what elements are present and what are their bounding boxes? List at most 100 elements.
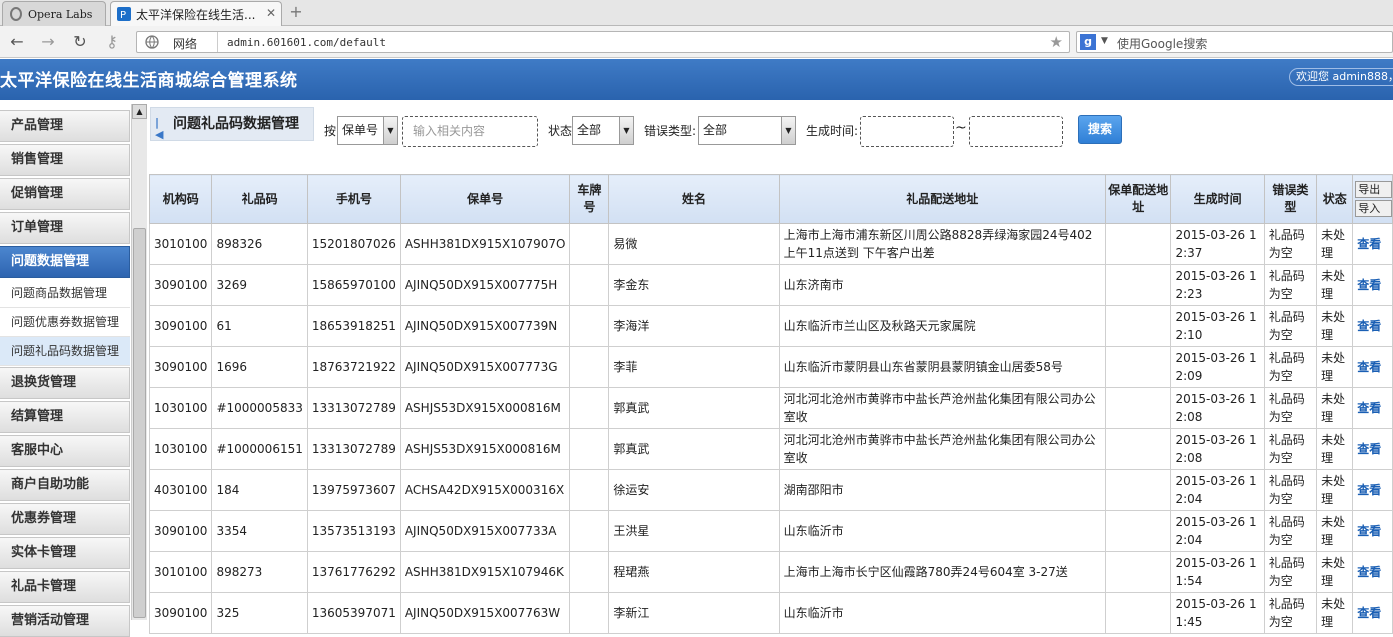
table-row[interactable]: 3090100 61 18653918251 AJINQ50DX915X007739N… <box>148 305 1393 347</box>
search-by-select[interactable]: 保单号 ▼ <box>337 116 398 145</box>
table-row[interactable]: 3010100 898273 13761776292 ASHH381DX915X107… <box>148 551 1393 593</box>
google-search-field[interactable]: g ▼ 使用Google搜索 <box>1076 31 1393 53</box>
sidebar-item-problem-data[interactable]: 问题数据管理 <box>0 246 130 278</box>
chevron-down-icon[interactable]: ▼ <box>383 117 397 144</box>
export-button[interactable]: 导出 <box>1355 181 1392 198</box>
cell-created-time: 2015-03-26 12:08 <box>1170 387 1265 429</box>
tab-opera-labs[interactable]: Opera Labs <box>2 1 106 26</box>
start-time-input[interactable] <box>860 116 954 147</box>
bookmark-star-icon[interactable]: ★ <box>1050 33 1063 51</box>
sidebar-item-marketing[interactable]: 营销活动管理 <box>0 605 130 637</box>
cell-status: 未处理 <box>1316 428 1354 470</box>
sidebar: 产品管理 销售管理 促销管理 订单管理 问题数据管理 问题商品数据管理 问题优惠… <box>0 100 148 637</box>
new-tab-button[interactable]: + <box>287 3 305 21</box>
sidebar-item-customer-service[interactable]: 客服中心 <box>0 435 130 467</box>
col-header-org-code: 机构码 <box>148 174 213 224</box>
tab-admin-site[interactable]: P 太平洋保险在线生活... ✕ <box>110 1 282 26</box>
sidebar-scrollbar[interactable]: ▲ <box>131 104 147 620</box>
col-header-policy-no: 保单号 <box>399 174 571 224</box>
sidebar-item-coupons[interactable]: 优惠券管理 <box>0 503 130 535</box>
search-placeholder: 使用Google搜索 <box>1117 37 1208 51</box>
table-row[interactable]: 3010100 898326 15201807026 ASHH381DX915X107… <box>148 223 1393 265</box>
keyword-input[interactable]: 输入相关内容 <box>402 116 538 147</box>
sidebar-item-promotion[interactable]: 促销管理 <box>0 178 130 210</box>
status-select[interactable]: 全部 ▼ <box>572 116 634 145</box>
view-link[interactable]: 查看 <box>1352 510 1393 552</box>
view-link[interactable]: 查看 <box>1352 551 1393 593</box>
view-link[interactable]: 查看 <box>1352 305 1393 347</box>
view-link[interactable]: 查看 <box>1352 387 1393 429</box>
status-value: 全部 <box>577 123 602 137</box>
sidebar-item-gift-cards[interactable]: 礼品卡管理 <box>0 571 130 603</box>
tab-label: Opera Labs <box>28 7 93 21</box>
url-field[interactable]: 网络 admin.601601.com/default ★ <box>136 31 1070 53</box>
sidebar-item-settlement[interactable]: 结算管理 <box>0 401 130 433</box>
cell-created-time: 2015-03-26 12:09 <box>1170 346 1265 388</box>
cell-error-type: 礼品码为空 <box>1263 264 1318 306</box>
sidebar-item-physical-cards[interactable]: 实体卡管理 <box>0 537 130 569</box>
view-link[interactable]: 查看 <box>1352 592 1393 634</box>
reload-icon[interactable]: ↻ <box>71 33 89 51</box>
table-row[interactable]: 3090100 1696 18763721922 AJINQ50DX915X00777… <box>148 346 1393 388</box>
cell-status: 未处理 <box>1316 264 1354 306</box>
sidebar-item-merchant-self-service[interactable]: 商户自助功能 <box>0 469 130 501</box>
table-body: 3010100 898326 15201807026 ASHH381DX915X107… <box>148 223 1393 634</box>
table-row[interactable]: 3090100 3354 13573513193 AJINQ50DX915X00773… <box>148 510 1393 552</box>
sidebar-subitem-problem-giftcodes[interactable]: 问题礼品码数据管理 <box>0 337 130 366</box>
cell-gift-address: 上海市上海市浦东新区川周公路8828弄绿海家园24号402 上午11点送到 下午… <box>778 223 1106 265</box>
cell-org-code: 3090100 <box>148 592 213 634</box>
table-row[interactable]: 1030100 #1000005833 13313072789 ASHJS53DX91… <box>148 387 1393 429</box>
scrollbar-thumb[interactable] <box>133 228 146 618</box>
cell-status: 未处理 <box>1316 387 1354 429</box>
back-arrow-icon[interactable]: ← <box>8 33 26 51</box>
table-row[interactable]: 3090100 3269 15865970100 AJINQ50DX915X00777… <box>148 264 1393 306</box>
cell-created-time: 2015-03-26 12:37 <box>1170 223 1265 265</box>
cell-gift-address: 山东济南市 <box>778 264 1106 306</box>
view-link[interactable]: 查看 <box>1352 469 1393 511</box>
table-row[interactable]: 1030100 #1000006151 13313072789 ASHJS53DX91… <box>148 428 1393 470</box>
collapse-arrow-icon[interactable]: |◀ <box>155 117 167 141</box>
sidebar-item-returns[interactable]: 退换货管理 <box>0 367 130 399</box>
cell-name: 李菲 <box>608 346 780 388</box>
chevron-down-icon[interactable]: ▼ <box>619 117 633 144</box>
close-tab-icon[interactable]: ✕ <box>266 6 276 20</box>
cell-org-code: 3010100 <box>148 551 213 593</box>
cell-gift-address: 河北河北沧州市黄骅市中盐长芦沧州盐化集团有限公司办公室收 <box>778 387 1106 429</box>
cell-policy-no: AJINQ50DX915X007773G <box>399 346 571 388</box>
google-icon: g <box>1080 34 1096 50</box>
import-button[interactable]: 导入 <box>1355 200 1392 217</box>
forward-arrow-icon[interactable]: → <box>39 33 57 51</box>
cell-name: 李新江 <box>608 592 780 634</box>
cell-plate-no <box>569 592 610 634</box>
chevron-down-icon[interactable]: ▼ <box>1101 36 1108 46</box>
svg-text:P: P <box>120 10 126 21</box>
site-favicon-icon: P <box>117 7 131 21</box>
end-time-input[interactable] <box>969 116 1063 147</box>
sidebar-item-products[interactable]: 产品管理 <box>0 110 130 142</box>
sidebar-subitem-problem-coupons[interactable]: 问题优惠券数据管理 <box>0 308 130 337</box>
view-link[interactable]: 查看 <box>1352 428 1393 470</box>
error-type-select[interactable]: 全部 ▼ <box>698 116 796 145</box>
cell-policy-address <box>1104 223 1172 265</box>
sidebar-subitem-problem-goods[interactable]: 问题商品数据管理 <box>0 279 130 308</box>
key-icon[interactable]: ⚷ <box>103 33 121 51</box>
cell-policy-address <box>1104 592 1172 634</box>
col-header-phone: 手机号 <box>306 174 401 224</box>
view-link[interactable]: 查看 <box>1352 346 1393 388</box>
welcome-badge[interactable]: 欢迎您 admin888， <box>1289 68 1393 86</box>
chevron-down-icon[interactable]: ▼ <box>781 117 795 144</box>
sidebar-item-sales[interactable]: 销售管理 <box>0 144 130 176</box>
table-row[interactable]: 3090100 325 13605397071 AJINQ50DX915X007763… <box>148 592 1393 634</box>
cell-status: 未处理 <box>1316 305 1354 347</box>
cell-error-type: 礼品码为空 <box>1263 387 1318 429</box>
table-row[interactable]: 4030100 184 13975973607 ACHSA42DX915X000316… <box>148 469 1393 511</box>
view-link[interactable]: 查看 <box>1352 264 1393 306</box>
search-button[interactable]: 搜索 <box>1078 115 1122 144</box>
view-link[interactable]: 查看 <box>1352 223 1393 265</box>
cell-policy-no: ACHSA42DX915X000316X <box>399 469 571 511</box>
scroll-up-arrow-icon[interactable]: ▲ <box>132 104 147 119</box>
cell-status: 未处理 <box>1316 223 1354 265</box>
cell-org-code: 3090100 <box>148 510 213 552</box>
cell-gift-code: #1000005833 <box>211 387 308 429</box>
sidebar-item-orders[interactable]: 订单管理 <box>0 212 130 244</box>
